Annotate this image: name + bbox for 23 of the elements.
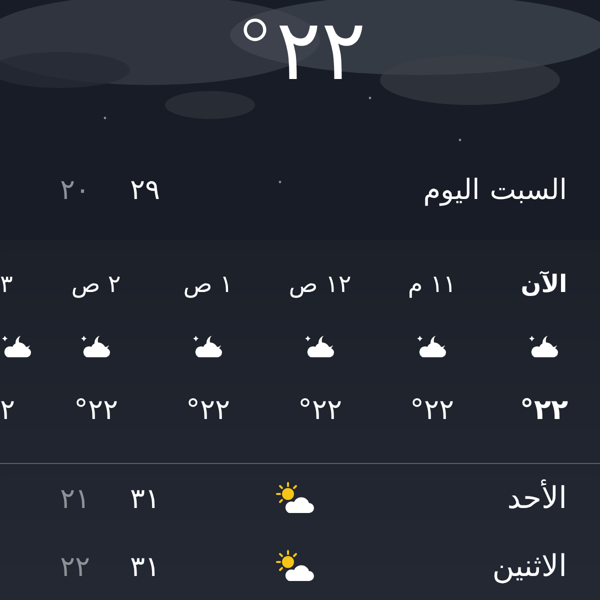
- hour-temperature: ٢٢°: [410, 393, 454, 426]
- hour-label: ١٢ ص: [288, 270, 352, 298]
- high-temperature: ٢٩: [128, 173, 162, 206]
- high-temperature: ٣١: [128, 482, 162, 515]
- hour-temperature: ٢: [0, 393, 16, 426]
- today-label: اليوم: [423, 173, 480, 206]
- day-label: الاثنين: [491, 548, 567, 584]
- hour-label: ٢ ص: [71, 270, 121, 298]
- hour-temperature: ٢٢°: [298, 393, 342, 426]
- hour-temperature: ٢٢°: [74, 393, 118, 426]
- low-temperature: ٢٢: [58, 550, 92, 583]
- hour-temperature: ٢٢°: [520, 393, 568, 426]
- hour-label: الآن: [520, 270, 568, 298]
- hour-label: ١١ م: [408, 270, 456, 298]
- low-temperature: ٢٠: [58, 173, 92, 206]
- day-label: السبت: [490, 173, 567, 206]
- low-temperature: ٢١: [58, 482, 92, 515]
- day-label: الأحد: [506, 480, 567, 516]
- hour-label: ٣: [0, 270, 13, 298]
- hour-label: ١ ص: [183, 270, 233, 298]
- current-temperature: ٢٢°: [234, 8, 366, 101]
- hour-temperature: ٢٢°: [186, 393, 230, 426]
- high-temperature: ٣١: [128, 550, 162, 583]
